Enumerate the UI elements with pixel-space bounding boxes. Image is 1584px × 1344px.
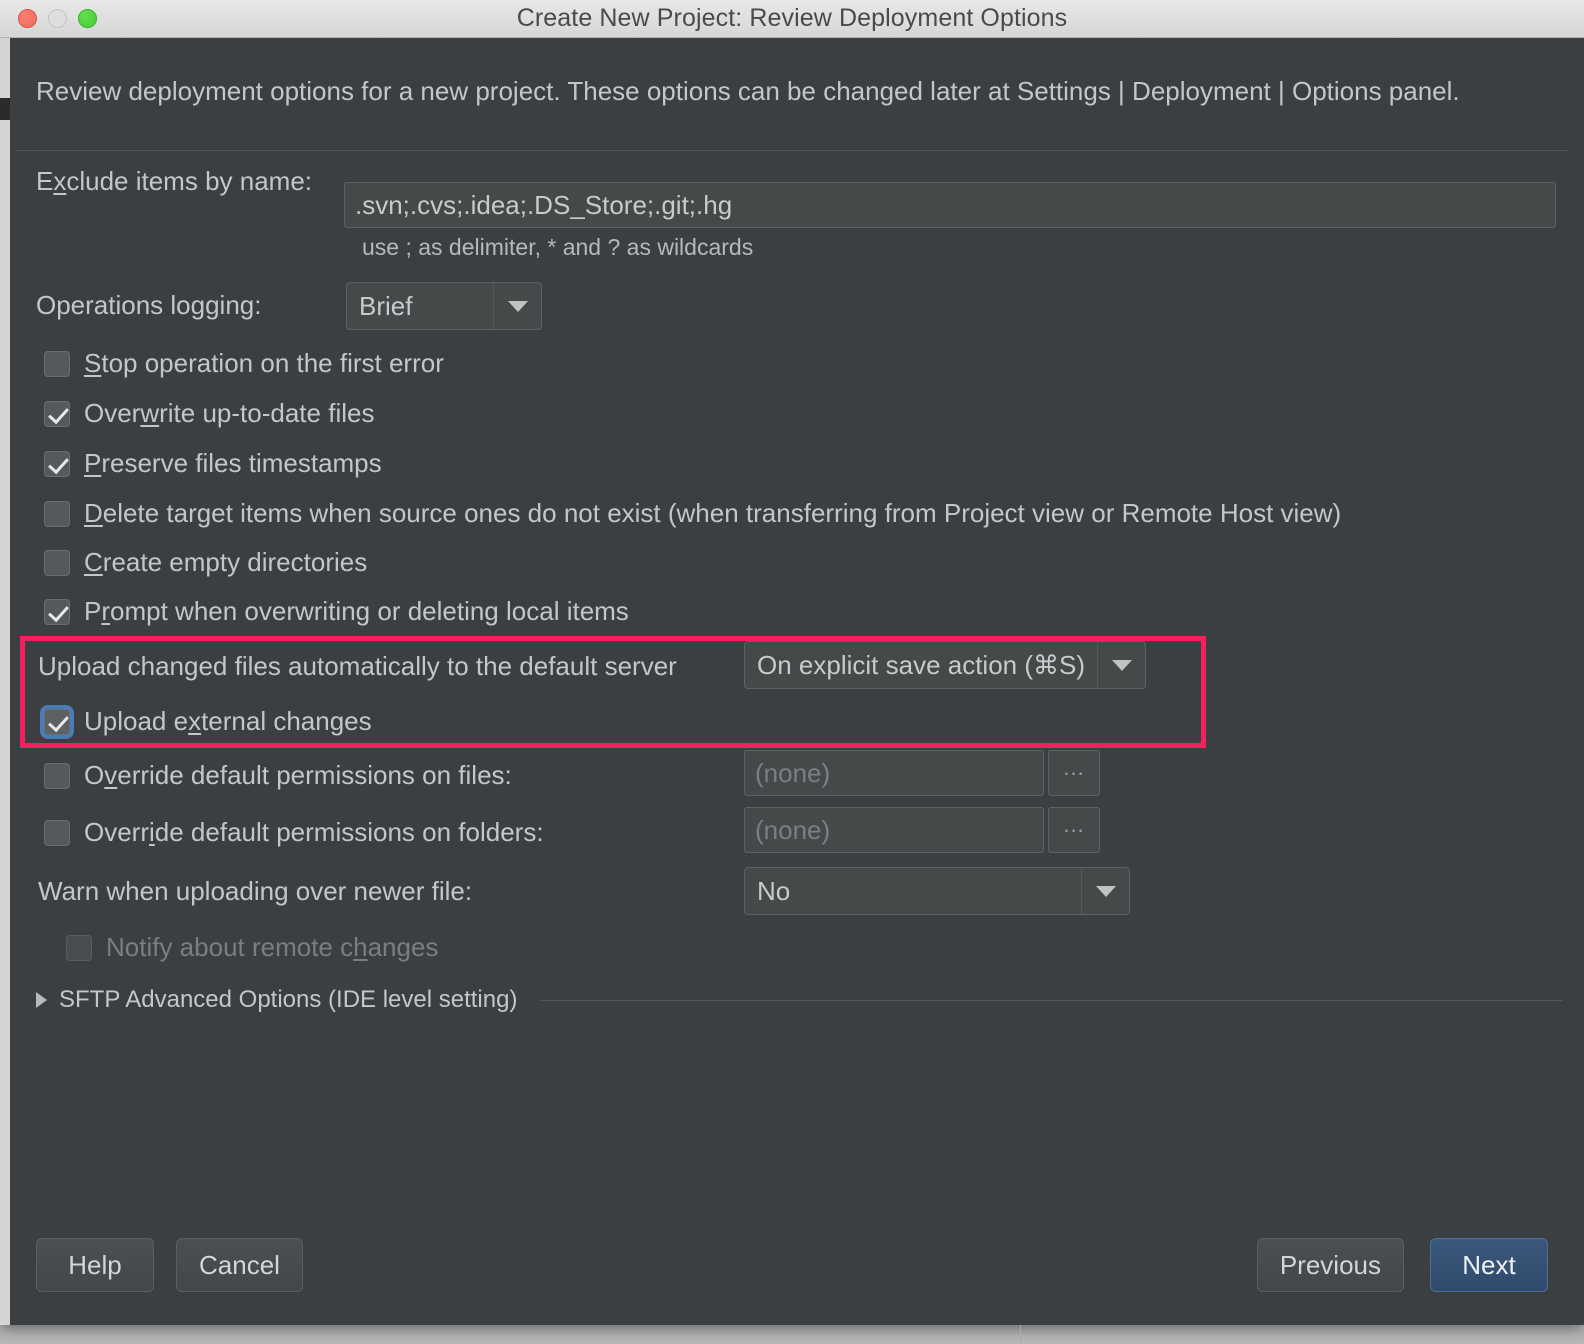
override-permissions-folders-input[interactable]: (none) — [744, 807, 1044, 853]
override-permissions-files-input[interactable]: (none) — [744, 750, 1044, 796]
checkbox-box[interactable] — [44, 400, 70, 427]
exclude-items-input[interactable]: .svn;.cvs;.idea;.DS_Store;.git;.hg — [344, 182, 1556, 228]
checkbox-label: Create empty directories — [84, 547, 368, 577]
checkbox-delete-target-items[interactable]: Delete target items when source ones do … — [44, 498, 1341, 529]
footer-right-buttons: Previous Next — [1256, 1238, 1548, 1292]
warn-newer-file-select[interactable]: No — [744, 867, 1130, 915]
checkbox-label: Prompt when overwriting or deleting loca… — [84, 596, 629, 626]
desktop-background-seam — [1020, 1325, 1021, 1344]
exclude-items-value: .svn;.cvs;.idea;.DS_Store;.git;.hg — [355, 189, 733, 220]
window-titlebar: Create New Project: Review Deployment Op… — [0, 0, 1584, 38]
vertical-scrollbar[interactable] — [0, 38, 10, 1325]
checkbox-box — [66, 934, 92, 961]
checkbox-box[interactable] — [44, 500, 70, 527]
browse-permissions-folders-button[interactable]: ... — [1048, 807, 1100, 853]
checkbox-box[interactable] — [44, 450, 70, 477]
operations-logging-label: Operations logging: — [36, 290, 262, 320]
checkbox-label: Notify about remote changes — [106, 932, 439, 962]
previous-button[interactable]: Previous — [1256, 1238, 1404, 1292]
checkbox-box[interactable] — [44, 350, 70, 377]
checkbox-label: Preserve files timestamps — [84, 448, 382, 478]
override-permissions-files-value: (none) — [755, 757, 831, 788]
checkbox-box[interactable] — [44, 762, 70, 789]
chevron-right-icon[interactable] — [36, 992, 47, 1008]
operations-logging-row: Operations logging: — [36, 290, 261, 321]
checkbox-label: Stop operation on the first error — [84, 348, 444, 378]
scrollbar-thumb[interactable] — [0, 98, 10, 120]
checkbox-label: Delete target items when source ones do … — [84, 498, 1342, 528]
checkbox-label: Override default permissions on files: — [84, 760, 512, 790]
checkbox-box[interactable] — [44, 819, 70, 846]
window-title: Create New Project: Review Deployment Op… — [516, 4, 1068, 32]
sftp-advanced-options-disclosure[interactable]: SFTP Advanced Options (IDE level setting… — [36, 986, 1562, 1014]
warn-newer-file-label: Warn when uploading over newer file: — [38, 876, 473, 906]
operations-logging-value: Brief — [359, 290, 413, 321]
traffic-light-group — [18, 0, 97, 37]
operations-logging-select[interactable]: Brief — [346, 282, 542, 330]
checkbox-label: Overwrite up-to-date files — [84, 398, 375, 428]
next-button[interactable]: Next — [1430, 1238, 1548, 1292]
chevron-down-icon[interactable] — [1081, 868, 1129, 914]
footer-left-buttons: Help Cancel — [36, 1238, 303, 1292]
checkbox-stop-on-first-error[interactable]: Stop operation on the first error — [44, 348, 444, 379]
close-window-icon[interactable] — [18, 9, 37, 28]
help-button[interactable]: Help — [36, 1238, 154, 1292]
override-permissions-folders-value: (none) — [755, 814, 831, 845]
checkbox-label: Upload external changes — [84, 706, 372, 736]
upload-auto-label: Upload changed files automatically to th… — [38, 651, 677, 681]
upload-auto-select[interactable]: On explicit save action (⌘S) — [744, 641, 1146, 689]
minimize-window-icon[interactable] — [48, 9, 67, 28]
exclude-items-row: Exclude items by name: — [36, 166, 312, 197]
checkbox-preserve-files-timestamps[interactable]: Preserve files timestamps — [44, 448, 382, 479]
browse-permissions-files-button[interactable]: ... — [1048, 750, 1100, 796]
chevron-down-icon[interactable] — [493, 283, 541, 329]
checkbox-notify-remote-changes: Notify about remote changes — [66, 932, 438, 963]
checkbox-label: Override default permissions on folders: — [84, 817, 544, 847]
chevron-down-icon[interactable] — [1097, 642, 1145, 688]
checkbox-upload-external-changes[interactable]: Upload external changes — [44, 706, 372, 737]
sftp-advanced-options-label: SFTP Advanced Options (IDE level setting… — [59, 986, 518, 1013]
description-divider — [16, 150, 1568, 151]
checkbox-override-permissions-files[interactable]: Override default permissions on files: — [44, 760, 512, 791]
checkbox-box[interactable] — [44, 598, 70, 625]
section-divider — [541, 999, 1562, 1001]
upload-auto-value: On explicit save action (⌘S) — [757, 649, 1086, 680]
exclude-items-label: Exclude items by name: — [36, 166, 313, 196]
dialog-window: Create New Project: Review Deployment Op… — [0, 0, 1584, 1325]
checkbox-create-empty-directories[interactable]: Create empty directories — [44, 547, 367, 578]
checkbox-override-permissions-folders[interactable]: Override default permissions on folders: — [44, 817, 544, 848]
dialog-description: Review deployment options for a new proj… — [36, 76, 1460, 106]
dialog-body: Review deployment options for a new proj… — [0, 38, 1584, 1325]
checkbox-box[interactable] — [44, 549, 70, 576]
checkbox-overwrite-up-to-date-files[interactable]: Overwrite up-to-date files — [44, 398, 374, 429]
zoom-window-icon[interactable] — [78, 9, 97, 28]
exclude-items-hint: use ; as delimiter, * and ? as wildcards — [362, 234, 754, 260]
dialog-footer: Help Cancel Previous Next — [0, 1205, 1584, 1325]
cancel-button[interactable]: Cancel — [176, 1238, 303, 1292]
checkbox-prompt-when-overwriting[interactable]: Prompt when overwriting or deleting loca… — [44, 596, 629, 627]
warn-newer-file-value: No — [757, 875, 791, 906]
checkbox-box[interactable] — [44, 708, 70, 735]
